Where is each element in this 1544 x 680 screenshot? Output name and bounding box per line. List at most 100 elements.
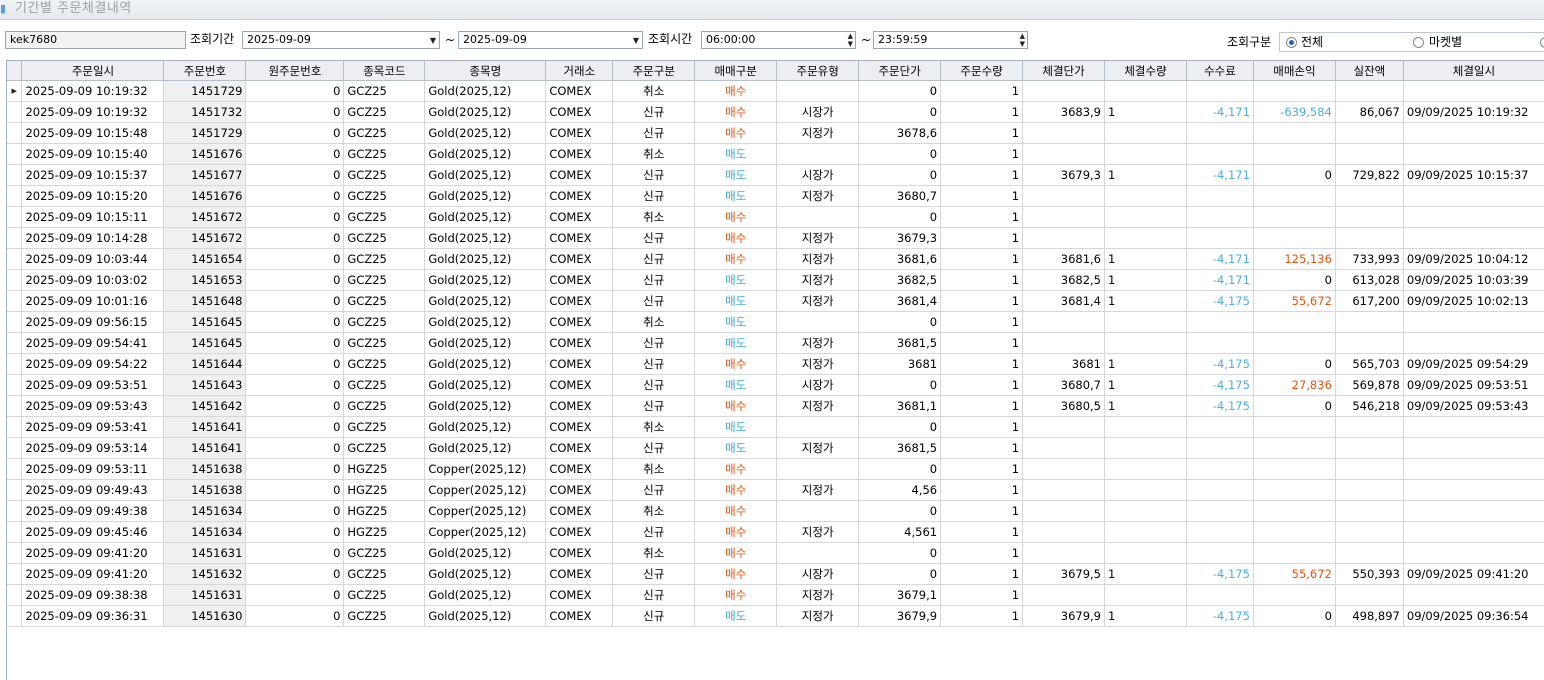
table-row[interactable]: 2025-09-09 10:03:44 1451654 0 GCZ25 Gold(202…: [7, 248, 1544, 270]
table-row[interactable]: 2025-09-09 09:49:43 1451638 0 HGZ25 Copper(2…: [7, 479, 1544, 501]
chevron-down-icon[interactable]: ▼: [633, 32, 639, 48]
row-indicator[interactable]: [7, 248, 23, 270]
table-row[interactable]: ▶ 2025-09-09 10:19:32 1451729 0 GCZ25 Gold(20…: [7, 80, 1544, 102]
cell-fill-price: [1022, 542, 1105, 564]
radio-all[interactable]: [1286, 37, 1297, 48]
column-header[interactable]: 체결수량: [1104, 61, 1187, 81]
cell-order-datetime: 2025-09-09 09:56:15: [21, 311, 165, 333]
column-header[interactable]: 주문단가: [858, 61, 942, 81]
row-indicator[interactable]: [7, 479, 23, 501]
column-header[interactable]: 원주문번호: [245, 61, 345, 81]
row-indicator[interactable]: [7, 122, 23, 144]
table-row[interactable]: 2025-09-09 10:01:16 1451648 0 GCZ25 Gold(202…: [7, 290, 1544, 312]
cell-trade-pnl: [1253, 584, 1336, 606]
cell-symbol-code: GCZ25: [343, 122, 426, 144]
cell-order-kind: 신규: [612, 332, 696, 354]
time-to-value: 23:59:59: [878, 33, 928, 46]
table-row[interactable]: 2025-09-09 09:45:46 1451634 0 HGZ25 Copper(2…: [7, 521, 1544, 543]
table-row[interactable]: 2025-09-09 10:14:28 1451672 0 GCZ25 Gold(202…: [7, 227, 1544, 249]
column-header[interactable]: 종목코드: [343, 61, 426, 81]
column-header[interactable]: 거래소: [545, 61, 614, 81]
table-row[interactable]: 2025-09-09 10:19:32 1451732 0 GCZ25 Gold(202…: [7, 101, 1544, 123]
column-header[interactable]: 매매구분: [694, 61, 778, 81]
row-indicator[interactable]: [7, 206, 23, 228]
row-indicator[interactable]: [7, 584, 23, 606]
row-indicator[interactable]: [7, 605, 23, 627]
table-row[interactable]: 2025-09-09 10:15:20 1451676 0 GCZ25 Gold(202…: [7, 185, 1544, 207]
table-row[interactable]: 2025-09-09 10:15:11 1451672 0 GCZ25 Gold(202…: [7, 206, 1544, 228]
column-header[interactable]: 매매손익: [1253, 61, 1336, 81]
row-indicator[interactable]: [7, 143, 23, 165]
grid-header-row: 주문일시 주문번호 원주문번호 종목코드 종목명 거래소 주문구분 매매구분 주문유형 주문단가 주…: [7, 61, 1544, 81]
row-indicator[interactable]: [7, 395, 23, 417]
table-row[interactable]: 2025-09-09 09:53:11 1451638 0 HGZ25 Copper(2…: [7, 458, 1544, 480]
column-header[interactable]: 주문일시: [21, 61, 165, 81]
row-indicator[interactable]: [7, 227, 23, 249]
table-row[interactable]: 2025-09-09 10:03:02 1451653 0 GCZ25 Gold(202…: [7, 269, 1544, 291]
table-row[interactable]: 2025-09-09 09:53:51 1451643 0 GCZ25 Gold(202…: [7, 374, 1544, 396]
column-header[interactable]: 수수료: [1186, 61, 1254, 81]
row-indicator[interactable]: [7, 458, 23, 480]
cell-original-order-number: 0: [245, 374, 345, 396]
cell-balance: [1335, 143, 1404, 165]
row-indicator[interactable]: [7, 164, 23, 186]
row-indicator[interactable]: [7, 269, 23, 291]
cell-order-number: 1451632: [163, 563, 247, 585]
time-from-spinner[interactable]: 06:00:00 ▲ ▼: [701, 31, 856, 49]
table-row[interactable]: 2025-09-09 09:53:14 1451641 0 GCZ25 Gold(202…: [7, 437, 1544, 459]
row-indicator[interactable]: [7, 332, 23, 354]
table-row[interactable]: 2025-09-09 09:54:41 1451645 0 GCZ25 Gold(202…: [7, 332, 1544, 354]
radio-extra[interactable]: [1540, 37, 1544, 48]
row-indicator[interactable]: [7, 500, 23, 522]
date-from-select[interactable]: 2025-09-09 ▼: [242, 31, 440, 49]
row-indicator[interactable]: [7, 437, 23, 459]
account-field[interactable]: kek7680: [5, 31, 186, 49]
table-row[interactable]: 2025-09-09 09:49:38 1451634 0 HGZ25 Copper(2…: [7, 500, 1544, 522]
radio-market[interactable]: [1413, 37, 1424, 48]
row-indicator[interactable]: [7, 290, 23, 312]
row-indicator[interactable]: [7, 563, 23, 585]
table-row[interactable]: 2025-09-09 10:15:40 1451676 0 GCZ25 Gold(202…: [7, 143, 1544, 165]
row-indicator[interactable]: [7, 185, 23, 207]
table-row[interactable]: 2025-09-09 10:15:37 1451677 0 GCZ25 Gold(202…: [7, 164, 1544, 186]
row-indicator[interactable]: [7, 542, 23, 564]
column-header[interactable]: 체결일시: [1403, 61, 1544, 81]
table-row[interactable]: 2025-09-09 09:38:38 1451631 0 GCZ25 Gold(202…: [7, 584, 1544, 606]
row-indicator[interactable]: [7, 101, 23, 123]
table-row[interactable]: 2025-09-09 09:41:20 1451631 0 GCZ25 Gold(202…: [7, 542, 1544, 564]
time-to-spinner[interactable]: 23:59:59 ▲ ▼: [873, 31, 1028, 49]
row-indicator[interactable]: [7, 416, 23, 438]
cell-trade-side: 매수: [694, 248, 778, 270]
cell-order-price: 3682,5: [858, 269, 942, 291]
spinner-arrows-icon[interactable]: ▲ ▼: [1020, 32, 1025, 48]
table-row[interactable]: 2025-09-09 09:54:22 1451644 0 GCZ25 Gold(202…: [7, 353, 1544, 375]
column-header[interactable]: 주문수량: [940, 61, 1024, 81]
table-row[interactable]: 2025-09-09 09:53:43 1451642 0 GCZ25 Gold(202…: [7, 395, 1544, 417]
column-header[interactable]: 주문번호: [163, 61, 247, 81]
column-header[interactable]: 주문구분: [612, 61, 696, 81]
table-row[interactable]: 2025-09-09 09:36:31 1451630 0 GCZ25 Gold(202…: [7, 605, 1544, 627]
radio-market-label[interactable]: 마켓별: [1429, 33, 1462, 51]
column-header[interactable]: 실잔액: [1335, 61, 1404, 81]
table-row[interactable]: 2025-09-09 09:53:41 1451641 0 GCZ25 Gold(202…: [7, 416, 1544, 438]
cell-balance: 86,067: [1335, 101, 1404, 123]
table-row[interactable]: 2025-09-09 09:41:20 1451632 0 GCZ25 Gold(202…: [7, 563, 1544, 585]
spinner-arrows-icon[interactable]: ▲ ▼: [848, 32, 853, 48]
column-header[interactable]: 체결단가: [1022, 61, 1105, 81]
column-header[interactable]: 종목명: [424, 61, 547, 81]
table-row[interactable]: 2025-09-09 10:15:48 1451729 0 GCZ25 Gold(202…: [7, 122, 1544, 144]
chevron-down-icon[interactable]: ▼: [430, 32, 436, 48]
row-indicator[interactable]: [7, 521, 23, 543]
row-indicator[interactable]: [7, 353, 23, 375]
date-to-select[interactable]: 2025-09-09 ▼: [458, 31, 643, 49]
cell-order-datetime: 2025-09-09 10:15:48: [21, 122, 165, 144]
table-row[interactable]: 2025-09-09 09:56:15 1451645 0 GCZ25 Gold(202…: [7, 311, 1544, 333]
column-header[interactable]: 주문유형: [776, 61, 860, 81]
radio-all-label[interactable]: 전체: [1301, 33, 1323, 51]
current-row-indicator-icon[interactable]: ▶: [7, 80, 23, 102]
row-indicator[interactable]: [7, 374, 23, 396]
cell-symbol-code: GCZ25: [343, 101, 426, 123]
date-range-separator: ~: [445, 33, 456, 47]
window-title: 기간별 주문체결내역: [15, 1, 132, 16]
row-indicator[interactable]: [7, 311, 23, 333]
